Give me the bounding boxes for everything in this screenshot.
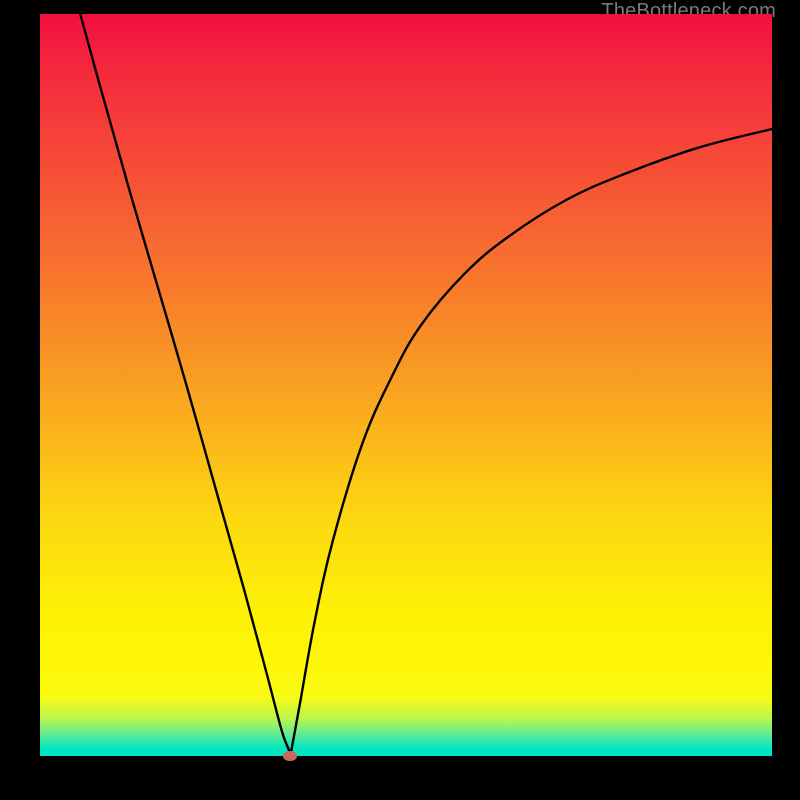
optimum-marker — [283, 751, 297, 761]
chart-frame: TheBottleneck.com — [0, 0, 800, 800]
bottleneck-curve — [40, 14, 772, 756]
curve-right-branch — [290, 129, 772, 756]
plot-area — [40, 14, 772, 756]
curve-left-branch — [80, 14, 290, 756]
